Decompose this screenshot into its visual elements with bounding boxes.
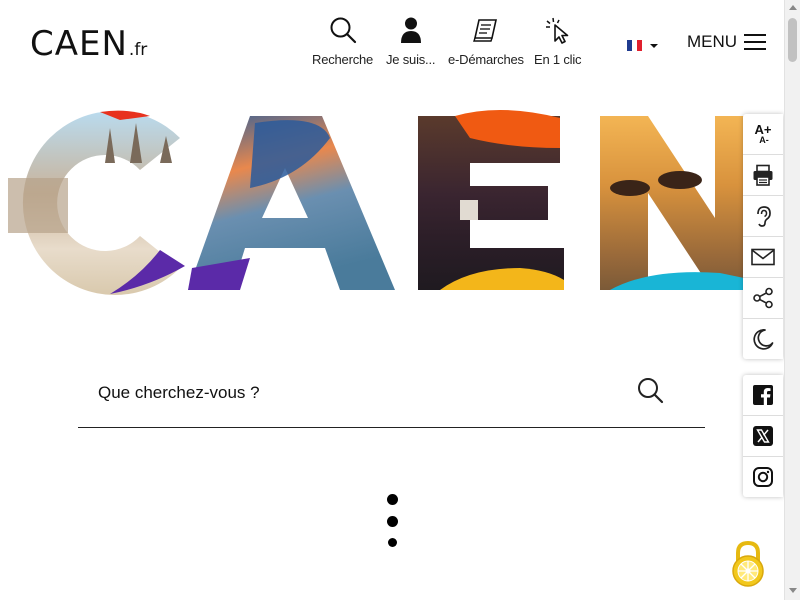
nav-recherche[interactable]: Recherche [312,16,373,67]
accessibility-toolbar: A+ A- [743,114,783,359]
nav-label: Je suis... [386,52,436,67]
hero-letter-n [600,116,744,290]
print-icon [753,164,773,186]
logo-suffix: .fr [128,40,148,60]
instagram-link[interactable] [743,457,783,497]
search-bar [78,365,705,428]
social-toolbar [743,375,783,497]
share-icon [753,287,773,309]
user-icon [400,17,421,43]
dot [386,494,398,505]
language-selector[interactable] [627,40,658,51]
search-icon [330,17,356,44]
menu-button[interactable]: MENU [687,32,767,52]
font-size-button[interactable]: A+ A- [743,114,783,155]
nav-label: e-Démarches [448,52,524,67]
facebook-link[interactable] [743,375,783,416]
nav-label: Recherche [312,52,374,67]
share-button[interactable] [743,278,783,319]
mail-icon [751,248,775,266]
cursor-click-icon [545,17,568,44]
hero-caen-banner [8,109,744,296]
lock-icon [732,540,764,587]
document-icon [472,19,497,42]
caen-logo[interactable]: CAEN .fr [30,24,147,64]
loading-dots [386,494,398,558]
french-flag-icon [627,40,642,51]
logo-main: CAEN [30,24,128,64]
page-scrollbar[interactable] [784,0,800,600]
nav-en-1-clic[interactable]: En 1 clic [534,16,582,67]
scroll-down-arrow-icon[interactable] [789,588,797,593]
hero-letter-c [8,110,185,296]
menu-label: MENU [687,32,738,51]
nav-je-suis[interactable]: Je suis... [386,16,435,67]
site-header: CAEN .fr Recherche Je suis... e-Démarche… [0,0,784,100]
scroll-up-arrow-icon[interactable] [789,5,797,10]
x-twitter-icon [753,426,773,446]
font-decrease-label: A- [759,135,769,145]
caret-down-icon [650,43,658,48]
search-icon [638,378,664,404]
dark-mode-icon [753,329,774,350]
print-button[interactable] [743,155,783,196]
cookie-consent-button[interactable] [728,540,768,593]
hero-letter-a [188,116,395,290]
facebook-icon [753,385,773,406]
hearing-button[interactable] [743,196,783,237]
email-button[interactable] [743,237,783,278]
hamburger-icon [744,34,767,50]
search-submit-button[interactable] [637,377,665,410]
nav-label: En 1 clic [534,52,582,67]
hearing-icon [757,206,771,227]
hero-letter-e [418,109,564,290]
x-twitter-link[interactable] [743,416,783,457]
instagram-icon [753,467,773,487]
dark-mode-button[interactable] [743,319,783,359]
dot [386,516,398,527]
nav-e-demarches[interactable]: e-Démarches [448,16,524,67]
dot [387,538,397,547]
search-input[interactable] [98,383,598,403]
scrollbar-thumb[interactable] [788,18,797,62]
